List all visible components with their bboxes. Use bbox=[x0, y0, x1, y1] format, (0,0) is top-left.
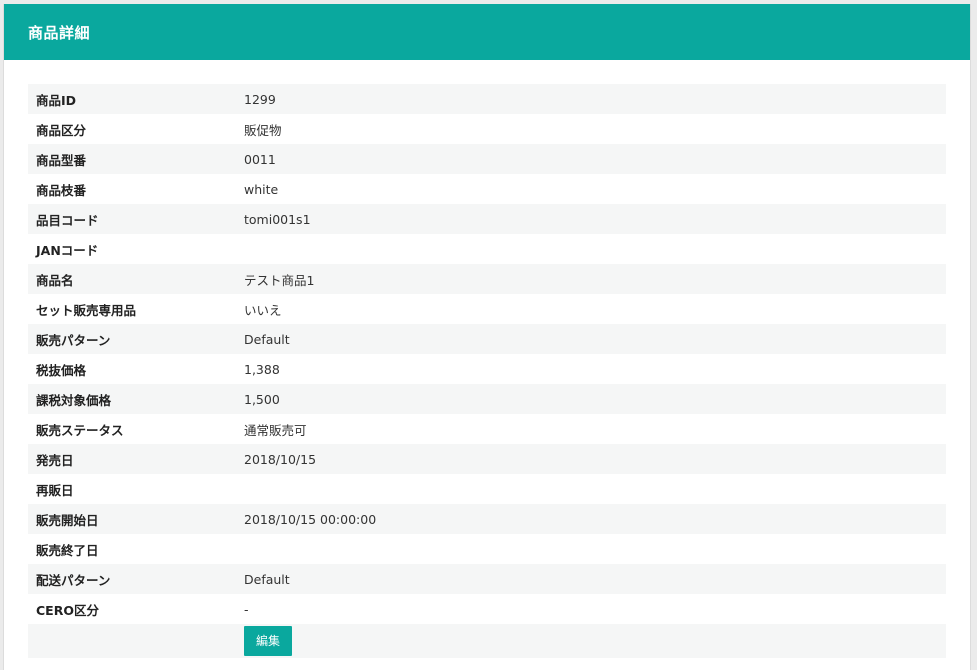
detail-row-taxable-price: 課税対象価格 1,500 bbox=[28, 384, 946, 414]
detail-value: 1299 bbox=[244, 91, 276, 107]
action-row: 編集 bbox=[28, 624, 946, 658]
detail-label: JANコード bbox=[36, 242, 99, 258]
product-detail-table: 商品ID 1299 商品区分 販促物 商品型番 0011 商品枝番 white … bbox=[28, 84, 946, 658]
detail-label: セット販売専用品 bbox=[36, 302, 137, 318]
detail-value: white bbox=[244, 181, 279, 197]
detail-row-price-excl-tax: 税抜価格 1,388 bbox=[28, 354, 946, 384]
product-detail-panel: 商品詳細 商品ID 1299 商品区分 販促物 商品型番 0011 商品枝番 w… bbox=[3, 4, 971, 670]
detail-label: 販売終了日 bbox=[36, 542, 99, 558]
detail-label: CERO区分 bbox=[36, 602, 99, 618]
detail-row-jan-code: JANコード bbox=[28, 234, 946, 264]
detail-value: 1,388 bbox=[244, 361, 280, 377]
detail-value: 2018/10/15 bbox=[244, 451, 317, 467]
detail-value: Default bbox=[244, 331, 290, 347]
detail-label: 課税対象価格 bbox=[36, 392, 112, 408]
detail-value: Default bbox=[244, 571, 290, 587]
detail-label: 販売パターン bbox=[36, 332, 111, 348]
detail-value: 販促物 bbox=[244, 122, 282, 138]
detail-value: 1,500 bbox=[244, 391, 280, 407]
detail-label: 発売日 bbox=[36, 452, 74, 468]
detail-row-sales-start: 販売開始日 2018/10/15 00:00:00 bbox=[28, 504, 946, 534]
detail-row-sales-pattern: 販売パターン Default bbox=[28, 324, 946, 354]
detail-label: 品目コード bbox=[36, 212, 99, 228]
detail-value: 0011 bbox=[244, 151, 276, 167]
detail-row-product-id: 商品ID 1299 bbox=[28, 84, 946, 114]
detail-label: 商品枝番 bbox=[36, 182, 87, 198]
detail-label: 税抜価格 bbox=[36, 362, 87, 378]
detail-row-branch-number: 商品枝番 white bbox=[28, 174, 946, 204]
detail-row-resale-date: 再販日 bbox=[28, 474, 946, 504]
detail-label: 配送パターン bbox=[36, 572, 111, 588]
detail-row-sales-status: 販売ステータス 通常販売可 bbox=[28, 414, 946, 444]
detail-row-product-category: 商品区分 販促物 bbox=[28, 114, 946, 144]
detail-row-sales-end: 販売終了日 bbox=[28, 534, 946, 564]
detail-label: 商品型番 bbox=[36, 152, 87, 168]
detail-label: 販売ステータス bbox=[36, 422, 124, 438]
detail-row-item-code: 品目コード tomi001s1 bbox=[28, 204, 946, 234]
detail-value: 2018/10/15 00:00:00 bbox=[244, 511, 377, 527]
detail-label: 再販日 bbox=[36, 482, 74, 498]
detail-row-set-only: セット販売専用品 いいえ bbox=[28, 294, 946, 324]
page-title: 商品詳細 bbox=[28, 23, 91, 42]
detail-value: いいえ bbox=[244, 302, 282, 318]
panel-header: 商品詳細 bbox=[4, 4, 970, 60]
detail-label: 商品ID bbox=[36, 92, 77, 108]
edit-button[interactable]: 編集 bbox=[244, 626, 293, 656]
detail-value: - bbox=[244, 601, 249, 617]
detail-row-cero-rating: CERO区分 - bbox=[28, 594, 946, 624]
detail-row-release-date: 発売日 2018/10/15 bbox=[28, 444, 946, 474]
detail-value: テスト商品1 bbox=[244, 272, 315, 288]
detail-label: 商品名 bbox=[36, 272, 74, 288]
detail-row-product-name: 商品名 テスト商品1 bbox=[28, 264, 946, 294]
detail-value: tomi001s1 bbox=[244, 211, 311, 227]
detail-row-model-number: 商品型番 0011 bbox=[28, 144, 946, 174]
detail-label: 販売開始日 bbox=[36, 512, 99, 528]
detail-label: 商品区分 bbox=[36, 122, 87, 138]
detail-value: 通常販売可 bbox=[244, 422, 307, 438]
detail-row-shipping-pattern: 配送パターン Default bbox=[28, 564, 946, 594]
